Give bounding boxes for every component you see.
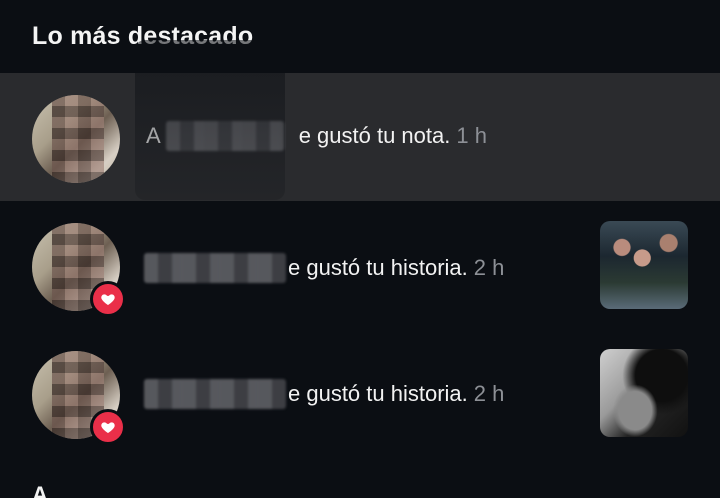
avatar[interactable] — [32, 223, 126, 317]
notification-item[interactable]: Ae gustó tu nota.1 h — [0, 73, 720, 201]
heart-badge — [90, 281, 126, 317]
heart-badge — [90, 409, 126, 445]
notification-time: 1 h — [456, 123, 487, 148]
notification-item[interactable]: e gustó tu historia. 2 h — [0, 329, 720, 457]
avatar[interactable] — [32, 351, 126, 445]
avatar-photo — [32, 95, 120, 183]
notification-message: e gustó tu historia. — [288, 255, 468, 280]
redacted-username — [144, 253, 286, 283]
heart-icon — [101, 422, 115, 433]
notification-message: e gustó tu nota. — [298, 123, 451, 148]
redaction-overlay — [135, 40, 285, 200]
notification-item[interactable]: e gustó tu historia. 2 h — [0, 201, 720, 329]
story-thumbnail[interactable] — [600, 349, 688, 437]
redacted-username — [144, 379, 286, 409]
heart-icon — [101, 294, 115, 305]
notification-message: e gustó tu historia. — [288, 381, 468, 406]
notifications-screen: Lo más destacado Ae gustó tu nota.1 h e … — [0, 0, 720, 498]
notification-text: e gustó tu historia. 2 h — [288, 381, 504, 407]
notification-time: 2 h — [473, 255, 505, 280]
avatar[interactable] — [32, 95, 120, 183]
notification-text: e gustó tu historia. 2 h — [288, 255, 504, 281]
next-section-title-peek: A — [32, 482, 48, 498]
story-thumbnail[interactable] — [600, 221, 688, 309]
notification-time: 2 h — [473, 381, 505, 406]
